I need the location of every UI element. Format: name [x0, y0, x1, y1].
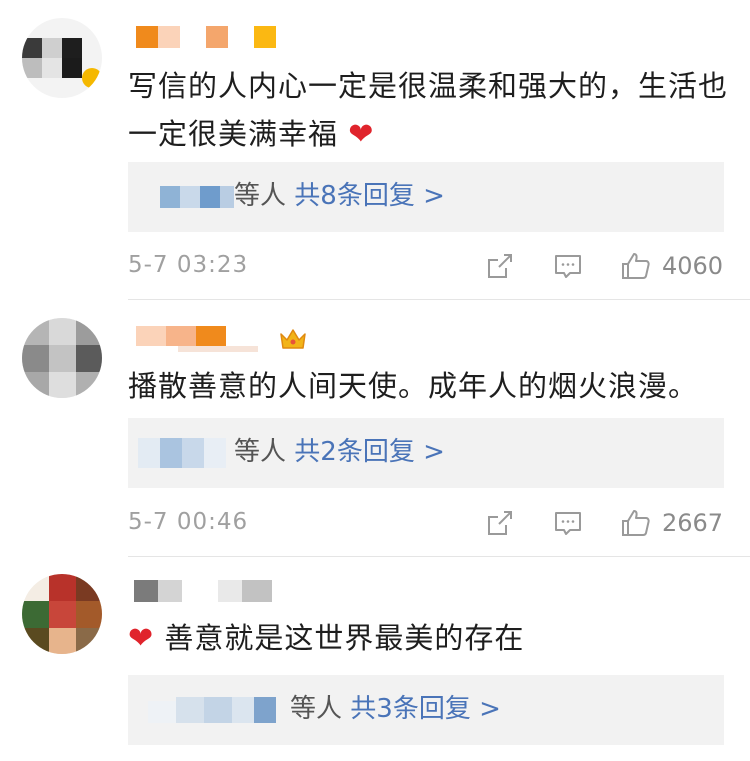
divider — [128, 556, 750, 557]
reply-users-blur — [148, 693, 288, 727]
username[interactable] — [128, 326, 278, 352]
reply-preview[interactable]: 等人 共2条回复 > — [128, 418, 724, 488]
username[interactable] — [128, 580, 288, 604]
reply-preview[interactable]: 等人 共3条回复 > — [128, 675, 724, 745]
timestamp: 5-7 03:23 — [128, 252, 249, 278]
timestamp: 5-7 00:46 — [128, 509, 249, 535]
comment-body: 播散善意的人间天使。成年人的烟火浪漫。 — [128, 369, 699, 403]
comment-meta: 5-7 00:46 2667 — [128, 505, 728, 545]
divider — [128, 299, 750, 300]
like-count: 2667 — [662, 509, 724, 537]
avatar[interactable] — [22, 574, 102, 654]
thumbs-up-icon[interactable] — [620, 250, 652, 282]
share-icon[interactable] — [484, 507, 516, 539]
reply-suffix: 等人 — [290, 694, 343, 724]
comment-text: 播散善意的人间天使。成年人的烟火浪漫。 — [128, 362, 728, 410]
reply-summary[interactable]: 等人 共8条回复 > — [234, 176, 445, 216]
avatar[interactable] — [22, 18, 102, 98]
comment-body: 写信的人内心一定是很温柔和强大的，生活也一定很美满幸福 — [128, 69, 729, 151]
reply-suffix: 等人 — [234, 437, 287, 467]
avatar[interactable] — [22, 318, 102, 398]
reply-count-link[interactable]: 共2条回复 > — [294, 437, 445, 467]
reply-preview[interactable]: 等人 共8条回复 > — [128, 162, 724, 232]
crown-icon — [280, 329, 306, 349]
comment-meta: 5-7 03:23 4060 — [128, 248, 728, 288]
reply-suffix: 等人 — [234, 181, 287, 211]
comment-text: ❤ 善意就是这世界最美的存在 — [128, 614, 728, 663]
thumbs-up-icon[interactable] — [620, 507, 652, 539]
like-count: 4060 — [662, 252, 724, 280]
reply-users-blur — [138, 436, 228, 470]
comment-icon[interactable] — [552, 507, 584, 539]
comment-text: 写信的人内心一定是很温柔和强大的，生活也一定很美满幸福 ❤ — [128, 62, 728, 159]
reply-count-link[interactable]: 共3条回复 > — [350, 694, 501, 724]
heart-emoji-icon: ❤ — [128, 621, 155, 656]
reply-count-link[interactable]: 共8条回复 > — [294, 181, 445, 211]
comment-icon[interactable] — [552, 250, 584, 282]
reply-summary[interactable]: 等人 共3条回复 > — [290, 689, 501, 729]
comment-body: 善意就是这世界最美的存在 — [164, 621, 525, 655]
username[interactable] — [128, 26, 278, 50]
share-icon[interactable] — [484, 250, 516, 282]
reply-users-blur — [160, 180, 234, 214]
heart-emoji-icon: ❤ — [348, 117, 375, 152]
reply-summary[interactable]: 等人 共2条回复 > — [234, 432, 445, 472]
